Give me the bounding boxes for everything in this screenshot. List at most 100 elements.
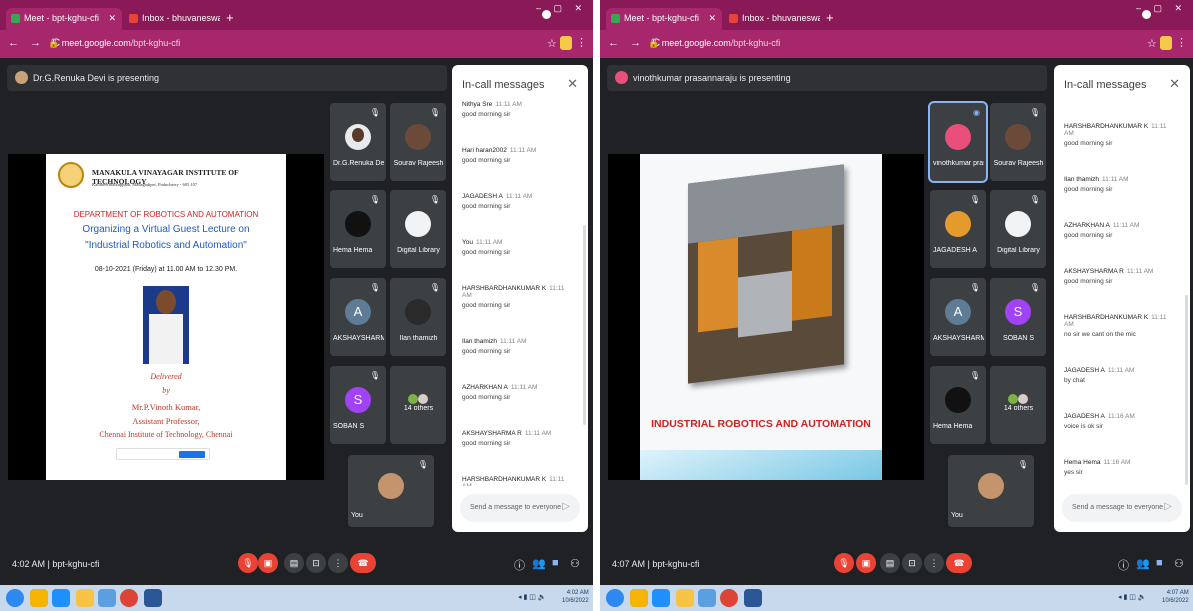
chat-scrollbar[interactable] (1185, 295, 1188, 485)
participant-tile[interactable]: ◉ vinothkumar pras... (928, 101, 988, 183)
presenting-banner: Dr.G.Renuka Devi is presenting (7, 65, 447, 91)
participant-tile[interactable]: 🎙 A AKSHAYSHARMA R (330, 278, 386, 356)
browser-menu-icon[interactable]: ⋮ (1176, 36, 1187, 49)
mic-off-icon: 🎙 (969, 371, 980, 380)
activities-icon[interactable]: ⚇ (1174, 557, 1184, 570)
chat-scrollbar[interactable] (583, 225, 586, 425)
tray-icons[interactable]: ◂ ▮ ◫ 🔈 (1118, 593, 1147, 601)
participant-tile[interactable]: 🎙 Digital Library (990, 190, 1046, 268)
tab-bar: Meet - bpt-kghu-cfi ✕ Inbox - bhuvaneswa… (600, 0, 1193, 30)
chat-message: AZHARKHAN A 11:11 AM good morning sir (462, 384, 538, 401)
bookmark-star-icon[interactable]: ☆ (547, 37, 557, 50)
folder-icon[interactable] (676, 589, 694, 607)
participant-tile[interactable]: 🎙 Hema Hema (330, 190, 386, 268)
close-icon[interactable]: ✕ (708, 13, 716, 24)
close-icon[interactable]: ✕ (1169, 76, 1180, 92)
info-icon[interactable]: ⓘ (514, 557, 525, 573)
participant-tile[interactable]: 🎙 Sourav Rajeesh (390, 103, 446, 181)
window-controls[interactable]: – ▢ ✕ (536, 3, 587, 14)
ie-icon[interactable] (52, 589, 70, 607)
people-icon[interactable]: 👥 (1136, 557, 1150, 570)
participant-tile[interactable]: 🎙 Ilan thamizh (390, 278, 446, 356)
self-tile[interactable]: 🎙 You (948, 455, 1034, 527)
extension-icon[interactable] (1160, 36, 1172, 50)
participant-tile[interactable]: 🎙 S SOBAN S (330, 366, 386, 444)
mic-off-icon[interactable]: 🎙 (238, 553, 258, 573)
more-icon[interactable]: ⋮ (924, 553, 944, 573)
new-tab-icon[interactable]: + (826, 11, 834, 24)
url-field[interactable]: 🔒 meet.google.com/bpt-kghu-cfi (648, 38, 780, 49)
send-icon[interactable]: ▷ (562, 501, 570, 512)
clock[interactable]: 4:02 AM 10/6/2022 (562, 589, 589, 605)
chat-message: Ilan thamizh 11:11 AM good morning sir (1064, 176, 1129, 193)
folder-icon[interactable] (76, 589, 94, 607)
start-icon[interactable] (606, 589, 624, 607)
chat-input[interactable]: Send a message to everyone ▷ (460, 494, 580, 522)
slide-designation: Assistant Professor, (132, 416, 200, 426)
more-icon[interactable]: ⋮ (328, 553, 348, 573)
participant-tile[interactable]: 🎙 A AKSHAYSHARMA R (930, 278, 986, 356)
chrome-icon[interactable] (120, 589, 138, 607)
participant-tile[interactable]: 🎙 JAGADESH A (930, 190, 986, 268)
media-icon[interactable] (630, 589, 648, 607)
presenting-banner: vinothkumar prasannaraju is presenting (607, 65, 1047, 91)
ie-icon[interactable] (652, 589, 670, 607)
bookmark-star-icon[interactable]: ☆ (1147, 37, 1157, 50)
word-icon[interactable] (744, 589, 762, 607)
participant-tile[interactable]: 🎙 S SOBAN S (990, 278, 1046, 356)
captions-icon[interactable]: ▤ (880, 553, 900, 573)
chat-icon[interactable]: ■ (552, 557, 559, 569)
extension-icon[interactable] (560, 36, 572, 50)
others-tile[interactable]: 14 others (990, 366, 1046, 444)
screen-share-notice (116, 448, 210, 460)
hangup-icon[interactable]: ☎ (946, 553, 972, 573)
close-icon[interactable]: ✕ (108, 13, 116, 24)
others-tile[interactable]: 14 others (390, 366, 446, 444)
slide-department: DEPARTMENT OF ROBOTICS AND AUTOMATION (73, 210, 259, 219)
close-icon[interactable]: ✕ (567, 76, 578, 92)
word-icon[interactable] (144, 589, 162, 607)
avatar: S (1005, 299, 1031, 325)
chat-input[interactable]: Send a message to everyone ▷ (1062, 494, 1182, 522)
window-controls[interactable]: – ▢ ✕ (1136, 3, 1187, 14)
participant-tile[interactable]: 🎙 Sourav Rajeesh (990, 103, 1046, 181)
tab-title: Inbox - bhuvaneswarimse2020@ (142, 13, 220, 23)
tab-inbox[interactable]: Inbox - bhuvaneswarimse2020@ (124, 8, 220, 30)
camera-off-icon[interactable]: ▣ (258, 553, 278, 573)
app-icon[interactable] (98, 589, 116, 607)
avatar (345, 124, 371, 150)
chat-message: HARSHBARDHANKUMAR K 11:11 AM good morning … (1064, 123, 1167, 147)
url-field[interactable]: 🔒 meet.google.com/bpt-kghu-cfi (48, 38, 180, 49)
hangup-icon[interactable]: ☎ (350, 553, 376, 573)
participant-tile[interactable]: 🎙 Dr.G.Renuka Devi (330, 103, 386, 181)
tab-inbox[interactable]: Inbox - bhuvaneswarimse2020@ (724, 8, 820, 30)
tab-meet[interactable]: Meet - bpt-kghu-cfi ✕ (6, 8, 122, 30)
start-icon[interactable] (6, 589, 24, 607)
activities-icon[interactable]: ⚇ (570, 557, 580, 570)
mic-off-icon[interactable]: 🎙 (834, 553, 854, 573)
participant-name: Ilan thamizh (399, 335, 438, 342)
windows-taskbar: ◂ ▮ ◫ 🔈 4:07 AM 10/6/2022 (600, 585, 1193, 611)
participant-tile[interactable]: 🎙 Digital Library (390, 190, 446, 268)
tab-meet[interactable]: Meet - bpt-kghu-cfi ✕ (606, 8, 722, 30)
chat-messages: HARSHBARDHANKUMAR K 11:11 AM good morning … (1064, 123, 1176, 486)
send-icon[interactable]: ▷ (1164, 501, 1172, 512)
captions-icon[interactable]: ▤ (284, 553, 304, 573)
clock[interactable]: 4:07 AM 10/6/2022 (1162, 589, 1189, 605)
participant-name: AKSHAYSHARMA R (933, 335, 984, 342)
media-icon[interactable] (30, 589, 48, 607)
self-tile[interactable]: 🎙 You (348, 455, 434, 527)
chrome-icon[interactable] (720, 589, 738, 607)
camera-off-icon[interactable]: ▣ (856, 553, 876, 573)
app-icon[interactable] (698, 589, 716, 607)
participant-name: SOBAN S (1002, 335, 1035, 342)
present-icon[interactable]: ⊡ (902, 553, 922, 573)
info-icon[interactable]: ⓘ (1118, 557, 1129, 573)
people-icon[interactable]: 👥 (532, 557, 546, 570)
present-icon[interactable]: ⊡ (306, 553, 326, 573)
browser-menu-icon[interactable]: ⋮ (576, 36, 587, 49)
tray-icons[interactable]: ◂ ▮ ◫ 🔈 (518, 593, 547, 601)
chat-icon[interactable]: ■ (1156, 557, 1163, 569)
participant-tile[interactable]: 🎙 Hema Hema (930, 366, 986, 444)
new-tab-icon[interactable]: + (226, 11, 234, 24)
